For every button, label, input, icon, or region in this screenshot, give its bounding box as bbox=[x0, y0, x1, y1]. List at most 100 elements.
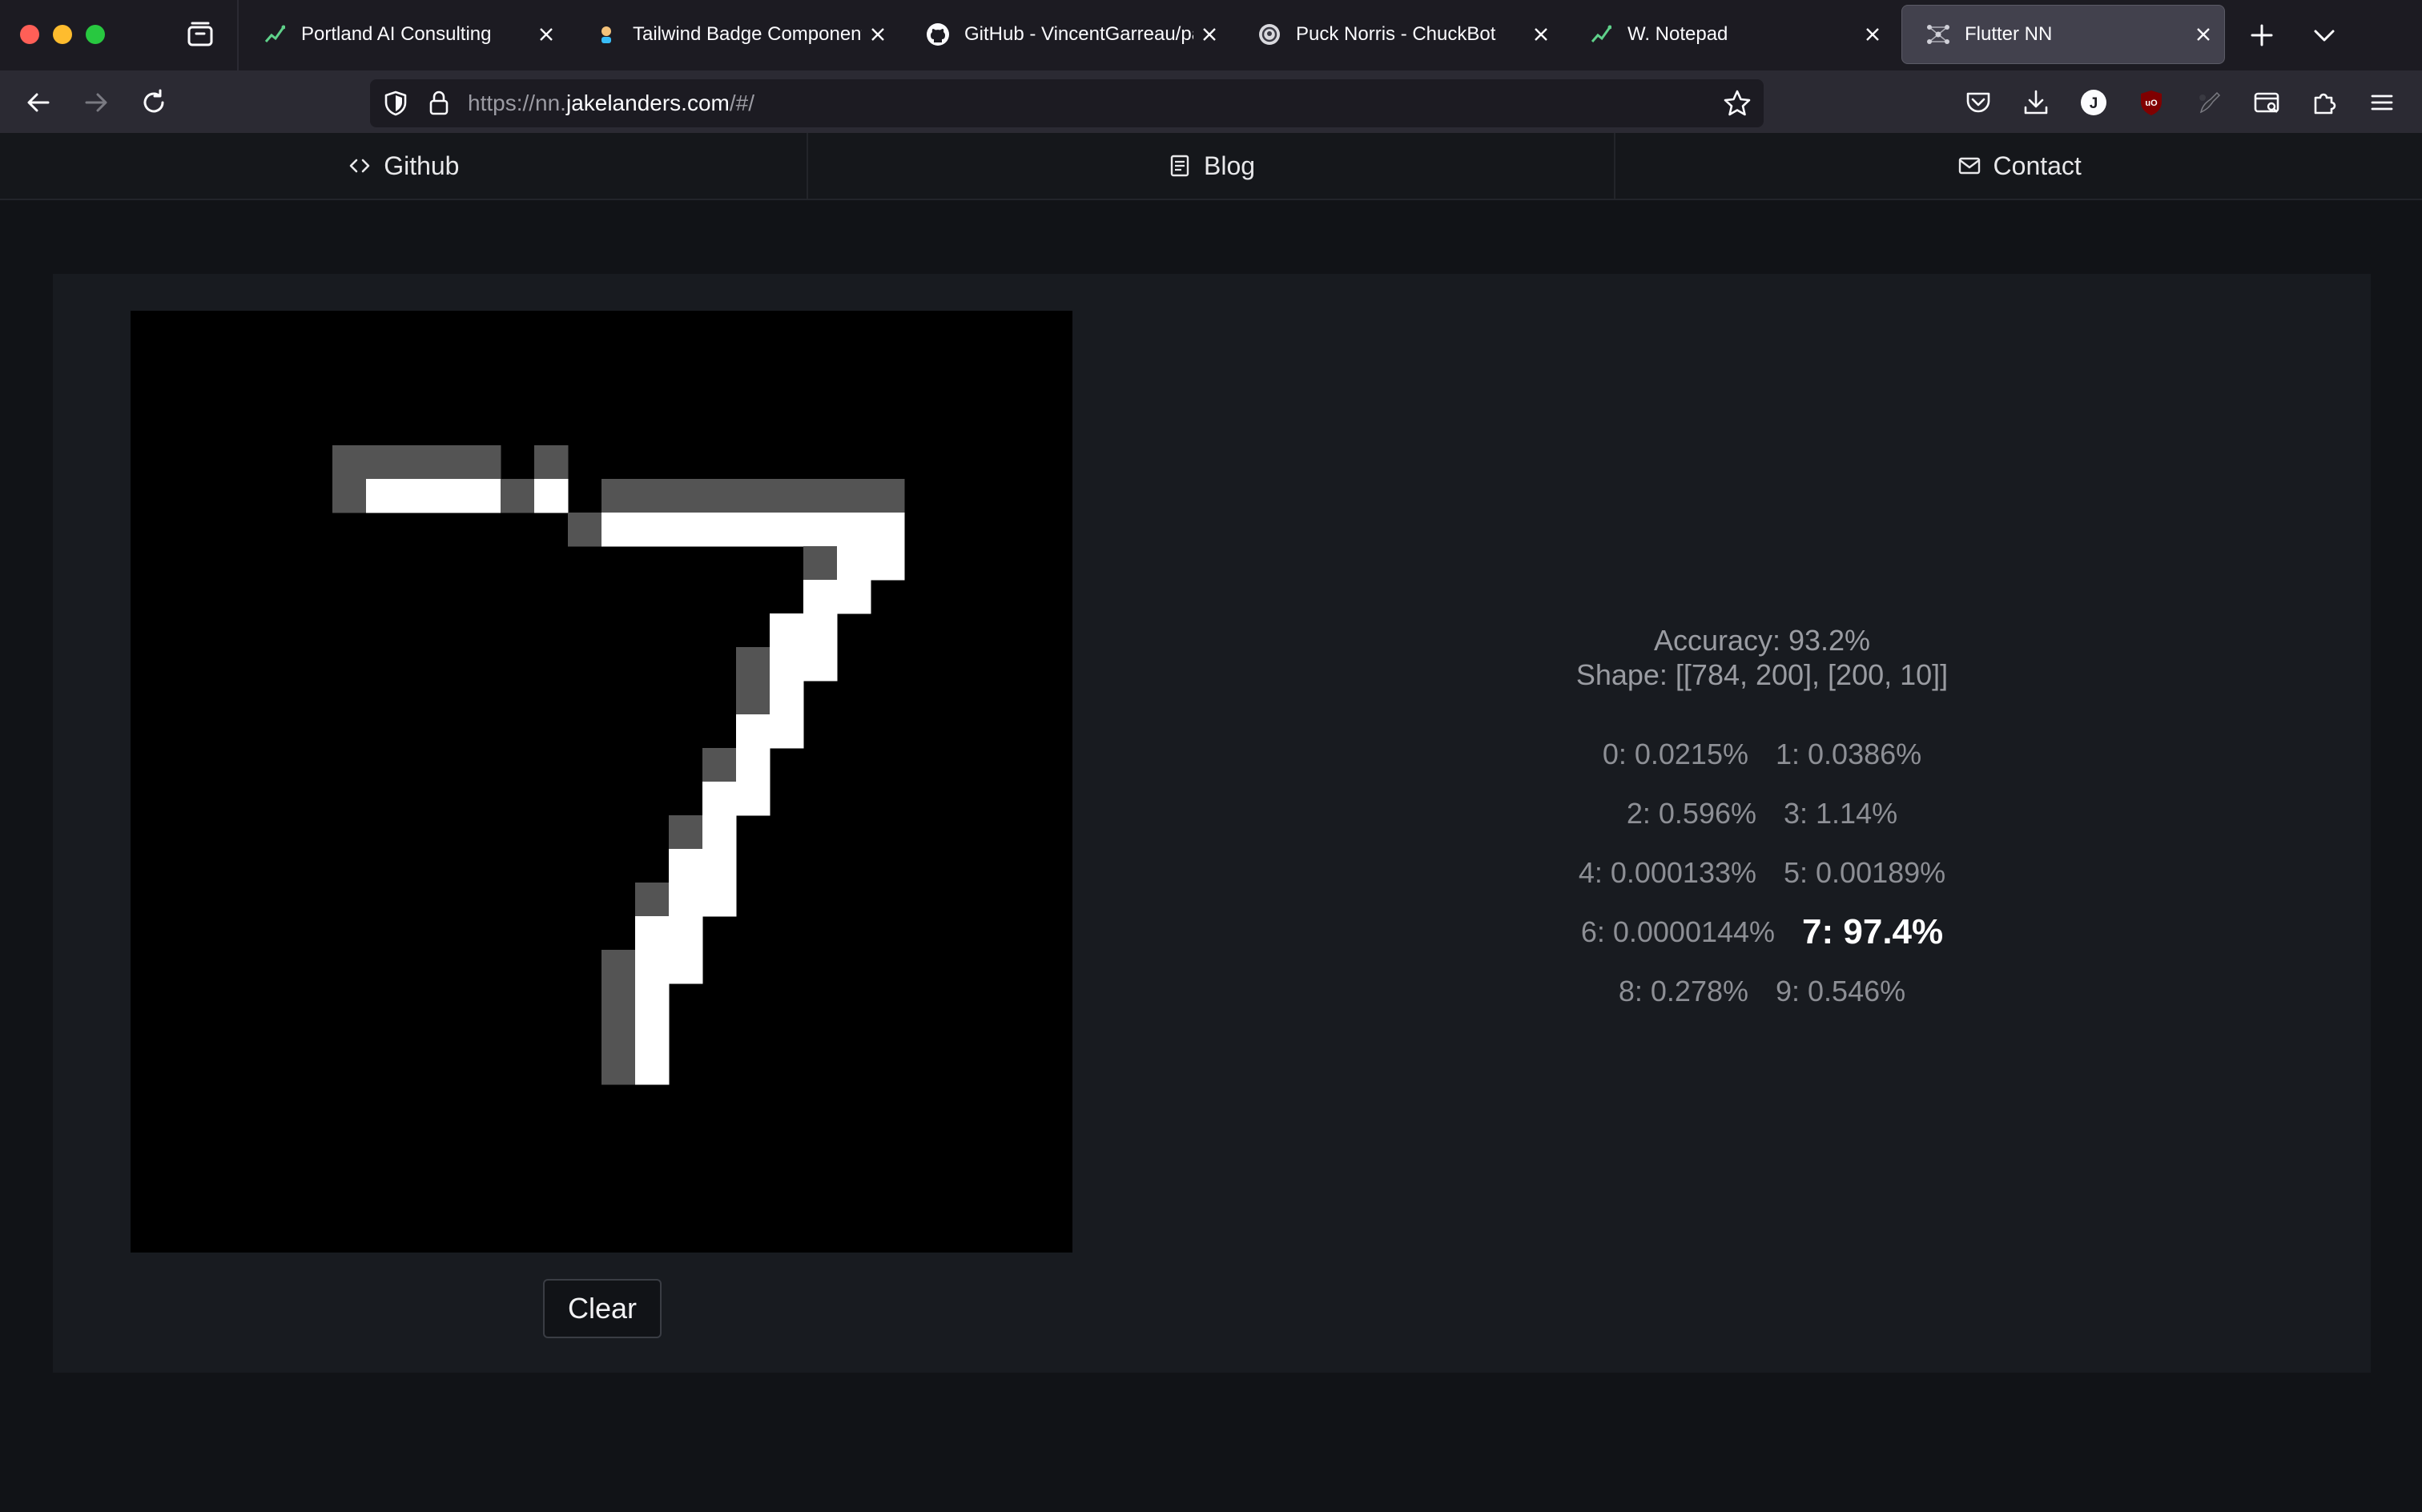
canvas-pixel bbox=[702, 782, 737, 816]
canvas-pixel bbox=[601, 479, 636, 513]
prediction-6: 6: 0.0000144% bbox=[1580, 915, 1776, 948]
nav-blog-link[interactable]: Blog bbox=[808, 133, 1616, 199]
nav-github-link[interactable]: Github bbox=[0, 133, 808, 199]
prediction-8: 8: 0.278% bbox=[1618, 975, 1748, 1007]
canvas-pixel bbox=[736, 748, 770, 782]
canvas-pixel bbox=[803, 546, 838, 581]
prediction-row: 4: 0.000133% 5: 0.00189% bbox=[1386, 843, 2138, 903]
drawing-canvas[interactable] bbox=[131, 311, 1072, 1253]
canvas-pixel bbox=[837, 513, 871, 547]
close-tab-icon[interactable] bbox=[1525, 18, 1557, 50]
tailwind-favicon-icon bbox=[594, 22, 618, 46]
extensions-puzzle-icon[interactable] bbox=[2308, 86, 2340, 119]
canvas-pixel bbox=[635, 513, 670, 547]
clear-button[interactable]: Clear bbox=[543, 1279, 662, 1338]
lock-icon[interactable] bbox=[424, 88, 453, 117]
chart-favicon-icon bbox=[1589, 22, 1613, 46]
tab-title: Flutter NN bbox=[1965, 23, 2053, 45]
window-close-button[interactable] bbox=[20, 25, 39, 44]
canvas-pixel bbox=[837, 580, 871, 614]
tab-notepad[interactable]: W. Notepad bbox=[1565, 5, 1893, 64]
menu-hamburger-icon[interactable] bbox=[2366, 86, 2398, 119]
canvas-pixel bbox=[568, 513, 602, 547]
model-stats: Accuracy: 93.2% Shape: [[784, 200], [200… bbox=[1386, 623, 2138, 692]
prediction-row: 8: 0.278% 9: 0.546% bbox=[1386, 962, 2138, 1021]
close-tab-icon[interactable] bbox=[1857, 18, 1889, 50]
canvas-pixel bbox=[702, 513, 737, 547]
canvas-pixel bbox=[534, 445, 569, 480]
tab-github[interactable]: GitHub - VincentGarreau/par bbox=[902, 5, 1230, 64]
nav-blog-label: Blog bbox=[1203, 151, 1256, 180]
ublock-origin-icon[interactable]: uO bbox=[2135, 86, 2167, 119]
canvas-pixel bbox=[871, 513, 905, 547]
canvas-pixel bbox=[332, 479, 367, 513]
canvas-pixel bbox=[501, 479, 535, 513]
prediction-1: 1: 0.0386% bbox=[1776, 738, 1922, 770]
canvas-pixel bbox=[837, 546, 871, 581]
canvas-pixel bbox=[366, 445, 400, 480]
svg-text:uO: uO bbox=[2145, 99, 2158, 108]
shape-text: Shape: [[784, 200], [200, 10]] bbox=[1575, 658, 1949, 691]
prediction-4: 4: 0.000133% bbox=[1578, 856, 1756, 889]
firefox-view-icon[interactable] bbox=[186, 21, 215, 48]
tab-tailwind-badge[interactable]: Tailwind Badge Component - bbox=[570, 5, 899, 64]
canvas-pixel bbox=[803, 479, 838, 513]
extension-brush-icon[interactable] bbox=[2193, 86, 2225, 119]
canvas-pixel bbox=[669, 513, 703, 547]
canvas-pixel bbox=[770, 681, 804, 715]
url-prefix: https://nn. bbox=[468, 90, 566, 115]
close-tab-icon[interactable] bbox=[1193, 18, 1225, 50]
canvas-pixel bbox=[400, 445, 434, 480]
tab-bar: Portland AI Consulting Tailwind Badge Co… bbox=[0, 0, 2422, 70]
new-tab-icon[interactable] bbox=[2246, 19, 2278, 51]
canvas-pixel bbox=[669, 883, 703, 917]
reader-tools-icon[interactable] bbox=[2251, 86, 2283, 119]
nav-contact-link[interactable]: Contact bbox=[1615, 133, 2422, 199]
prediction-3: 3: 1.14% bbox=[1784, 797, 1898, 830]
close-tab-icon[interactable] bbox=[530, 18, 562, 50]
canvas-pixel bbox=[366, 479, 400, 513]
downloads-icon[interactable] bbox=[2020, 86, 2052, 119]
canvas-pixel bbox=[669, 916, 703, 951]
tab-flutter-nn[interactable]: Flutter NN bbox=[1901, 5, 2225, 64]
canvas-pixel bbox=[534, 479, 569, 513]
tracking-shield-icon[interactable] bbox=[381, 89, 410, 118]
canvas-pixel bbox=[803, 513, 838, 547]
url-text[interactable]: https://nn.jakelanders.com/#/ bbox=[468, 89, 754, 118]
window-maximize-button[interactable] bbox=[86, 25, 105, 44]
prediction-row: 0: 0.0215% 1: 0.0386% bbox=[1386, 725, 2138, 784]
list-all-tabs-icon[interactable] bbox=[2308, 19, 2340, 51]
canvas-pixel bbox=[736, 479, 770, 513]
canvas-pixel bbox=[871, 479, 905, 513]
prediction-list: 0: 0.0215% 1: 0.0386% 2: 0.596% 3: 1.14%… bbox=[1386, 725, 2138, 1021]
canvas-pixel bbox=[669, 849, 703, 883]
canvas-pixel bbox=[433, 479, 468, 513]
canvas-pixel bbox=[635, 479, 670, 513]
canvas-pixel bbox=[635, 1051, 670, 1085]
canvas-pixel bbox=[400, 479, 434, 513]
tab-portland-ai[interactable]: Portland AI Consulting bbox=[239, 5, 567, 64]
window-minimize-button[interactable] bbox=[53, 25, 72, 44]
prediction-2: 2: 0.596% bbox=[1626, 797, 1756, 830]
close-tab-icon[interactable] bbox=[2187, 18, 2219, 50]
forward-arrow-icon[interactable] bbox=[80, 86, 112, 119]
pocket-icon[interactable] bbox=[1962, 86, 1994, 119]
nav-github-label: Github bbox=[384, 151, 460, 180]
reload-icon[interactable] bbox=[138, 86, 170, 119]
chart-favicon-icon bbox=[263, 22, 287, 46]
prediction-9: 9: 0.546% bbox=[1776, 975, 1906, 1007]
svg-text:J: J bbox=[2090, 95, 2098, 112]
github-favicon-icon bbox=[926, 22, 950, 46]
canvas-pixel bbox=[669, 815, 703, 850]
network-favicon-icon bbox=[1926, 22, 1950, 46]
mail-icon bbox=[1957, 153, 1982, 179]
close-tab-icon[interactable] bbox=[862, 18, 894, 50]
back-arrow-icon[interactable] bbox=[22, 86, 54, 119]
canvas-pixel bbox=[601, 513, 636, 547]
account-avatar-icon[interactable]: J bbox=[2078, 86, 2110, 119]
tab-chuckbot[interactable]: Puck Norris - ChuckBot bbox=[1233, 5, 1562, 64]
canvas-pixel bbox=[702, 748, 737, 782]
canvas-pixel bbox=[702, 883, 737, 917]
canvas-pixel bbox=[702, 815, 737, 850]
bookmark-star-icon[interactable] bbox=[1722, 88, 1752, 119]
